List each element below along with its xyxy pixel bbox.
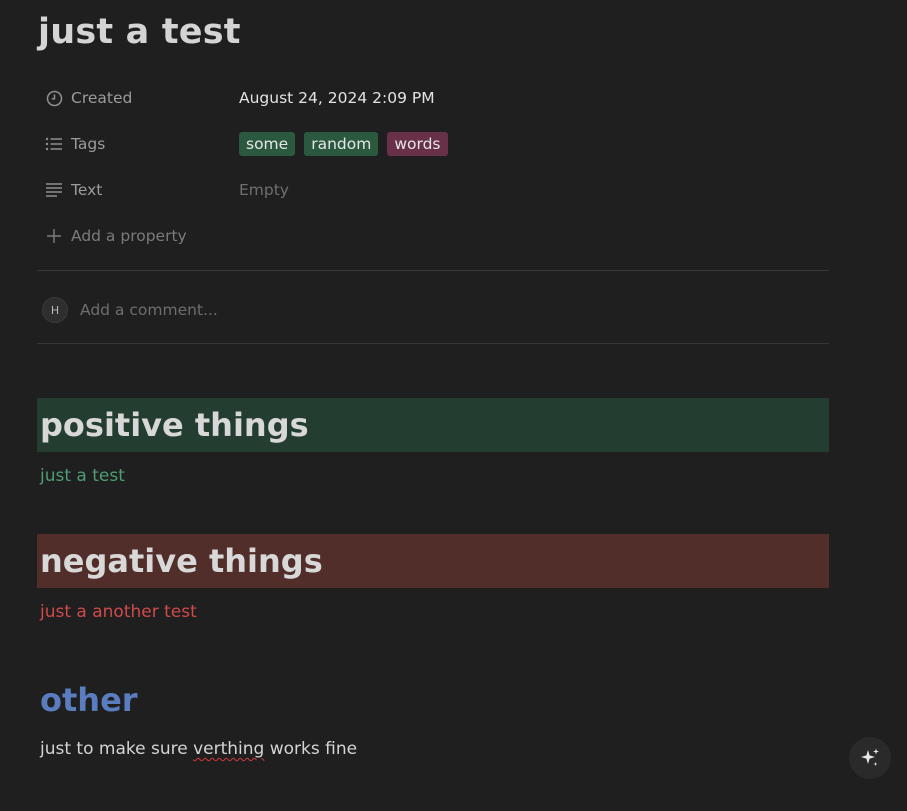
tag-words[interactable]: words (387, 132, 448, 156)
comment-row: H Add a comment... (42, 295, 218, 325)
tag-some[interactable]: some (239, 132, 296, 156)
sparkle-icon (859, 747, 881, 769)
property-label-text: Tags (71, 135, 106, 153)
paragraph-positive[interactable]: just a test (40, 466, 125, 486)
heading-other[interactable]: other (37, 673, 829, 727)
paragraph-text: works fine (264, 739, 358, 759)
list-icon (45, 135, 63, 153)
property-label-text: Text (71, 181, 103, 199)
clock-icon (45, 89, 63, 107)
created-value[interactable]: August 24, 2024 2:09 PM (239, 89, 435, 107)
property-label-text: Created (71, 89, 133, 107)
heading-positive-things[interactable]: positive things (37, 398, 829, 452)
property-label-tags[interactable]: Tags (37, 135, 239, 153)
page-title[interactable]: just a test (38, 12, 241, 52)
text-value[interactable]: Empty (239, 181, 289, 199)
paragraph-text: just to make sure (40, 739, 194, 759)
plus-icon (45, 227, 63, 245)
add-property-button[interactable]: Add a property (37, 220, 187, 252)
heading-negative-things[interactable]: negative things (37, 534, 829, 588)
add-property-label: Add a property (71, 227, 187, 245)
divider (37, 270, 829, 271)
paragraph-negative[interactable]: just a another test (40, 602, 197, 622)
page: just a test Created August 24, 2024 2:09… (0, 0, 907, 811)
property-text: Text Empty (37, 173, 289, 207)
divider (37, 343, 829, 344)
misspelled-word[interactable]: verthing (193, 739, 264, 759)
property-label-text-prop[interactable]: Text (37, 181, 239, 199)
property-label-created[interactable]: Created (37, 89, 239, 107)
comment-input[interactable]: Add a comment... (80, 301, 218, 319)
tag-random[interactable]: random (304, 132, 379, 156)
tags-value[interactable]: some random words (239, 132, 457, 156)
paragraph-other[interactable]: just to make sure verthing works fine (40, 739, 357, 759)
ai-assistant-button[interactable] (849, 737, 891, 779)
text-lines-icon (45, 181, 63, 199)
property-tags: Tags some random words (37, 127, 457, 161)
property-created: Created August 24, 2024 2:09 PM (37, 81, 435, 115)
avatar: H (42, 297, 68, 323)
